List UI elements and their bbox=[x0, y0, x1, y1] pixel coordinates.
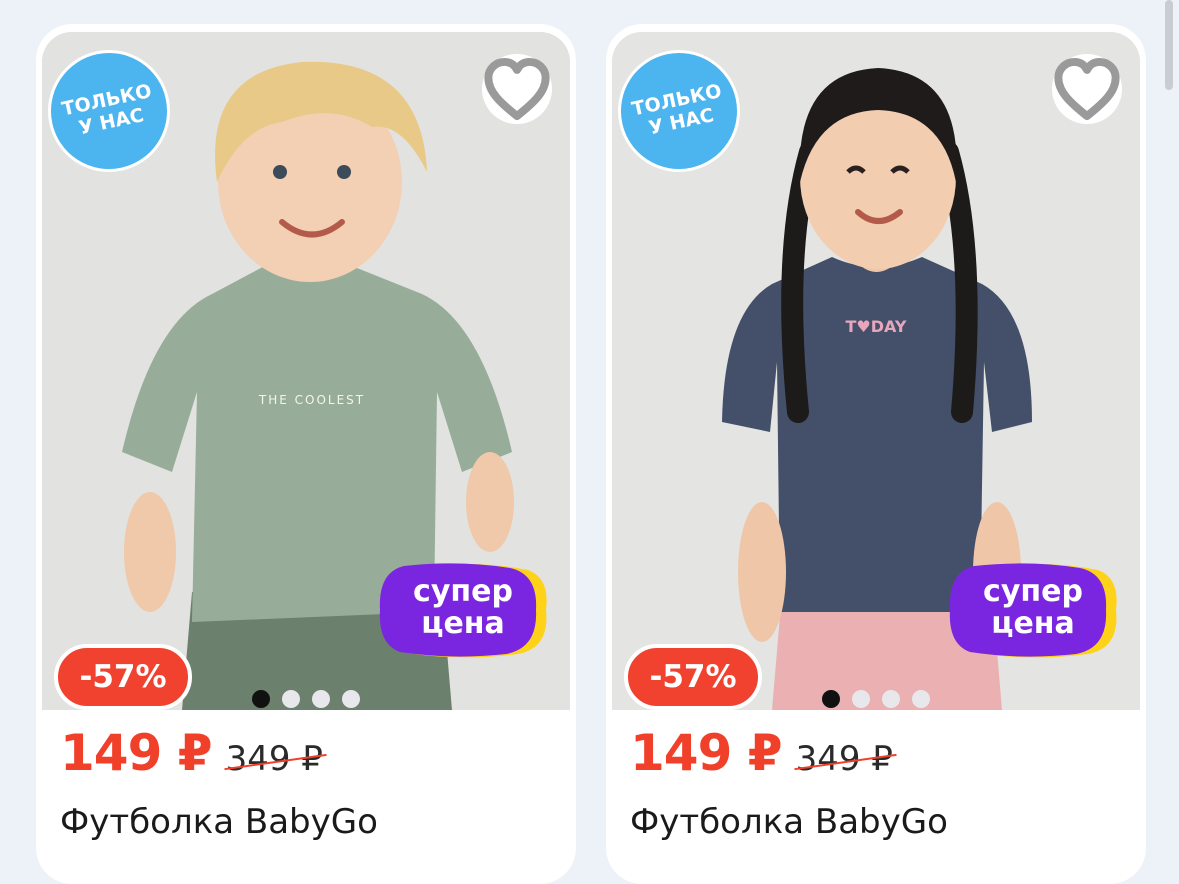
product-title[interactable]: Футболка BabyGo bbox=[60, 802, 378, 842]
super-price-badge: супер цена bbox=[378, 562, 548, 658]
carousel-dot[interactable] bbox=[282, 690, 300, 708]
carousel-dot[interactable] bbox=[342, 690, 360, 708]
super-price-line1: супер bbox=[413, 574, 513, 609]
carousel-dot[interactable] bbox=[822, 690, 840, 708]
current-price: 149 ₽ bbox=[60, 724, 213, 782]
super-price-line2: цена bbox=[991, 606, 1075, 641]
carousel-dots[interactable] bbox=[36, 690, 576, 712]
product-photo[interactable]: THE COOLEST ТОЛЬКО У НАС супер цена bbox=[42, 32, 570, 710]
heart-outline-icon bbox=[1054, 57, 1120, 121]
carousel-dot[interactable] bbox=[882, 690, 900, 708]
product-title[interactable]: Футболка BabyGo bbox=[630, 802, 948, 842]
super-price-line2: цена bbox=[421, 606, 505, 641]
carousel-dot[interactable] bbox=[912, 690, 930, 708]
scrollbar[interactable] bbox=[1165, 0, 1173, 90]
carousel-dot[interactable] bbox=[252, 690, 270, 708]
heart-outline-icon bbox=[484, 57, 550, 121]
favorite-button[interactable] bbox=[1052, 54, 1122, 124]
old-price-text: 349 ₽ bbox=[795, 739, 893, 779]
product-card[interactable]: THE COOLEST ТОЛЬКО У НАС супер цена -57%… bbox=[36, 24, 576, 884]
current-price: 149 ₽ bbox=[630, 724, 783, 782]
old-price-text: 349 ₽ bbox=[225, 739, 323, 779]
price-row: 149 ₽ 349 ₽ bbox=[60, 724, 327, 788]
super-price-line1: супер bbox=[983, 574, 1083, 609]
old-price: 349 ₽ bbox=[223, 739, 327, 779]
super-price-badge: супер цена bbox=[948, 562, 1118, 658]
carousel-dot[interactable] bbox=[312, 690, 330, 708]
product-card[interactable]: T♥DAY ТОЛЬКО У НАС супер цена -57% 149 ₽… bbox=[606, 24, 1146, 884]
shirt-print: T♥DAY bbox=[846, 317, 907, 336]
favorite-button[interactable] bbox=[482, 54, 552, 124]
product-photo[interactable]: T♥DAY ТОЛЬКО У НАС супер цена bbox=[612, 32, 1140, 710]
shirt-print: THE COOLEST bbox=[258, 393, 365, 407]
carousel-dot[interactable] bbox=[852, 690, 870, 708]
old-price: 349 ₽ bbox=[793, 739, 897, 779]
carousel-dots[interactable] bbox=[606, 690, 1146, 712]
price-row: 149 ₽ 349 ₽ bbox=[630, 724, 897, 788]
